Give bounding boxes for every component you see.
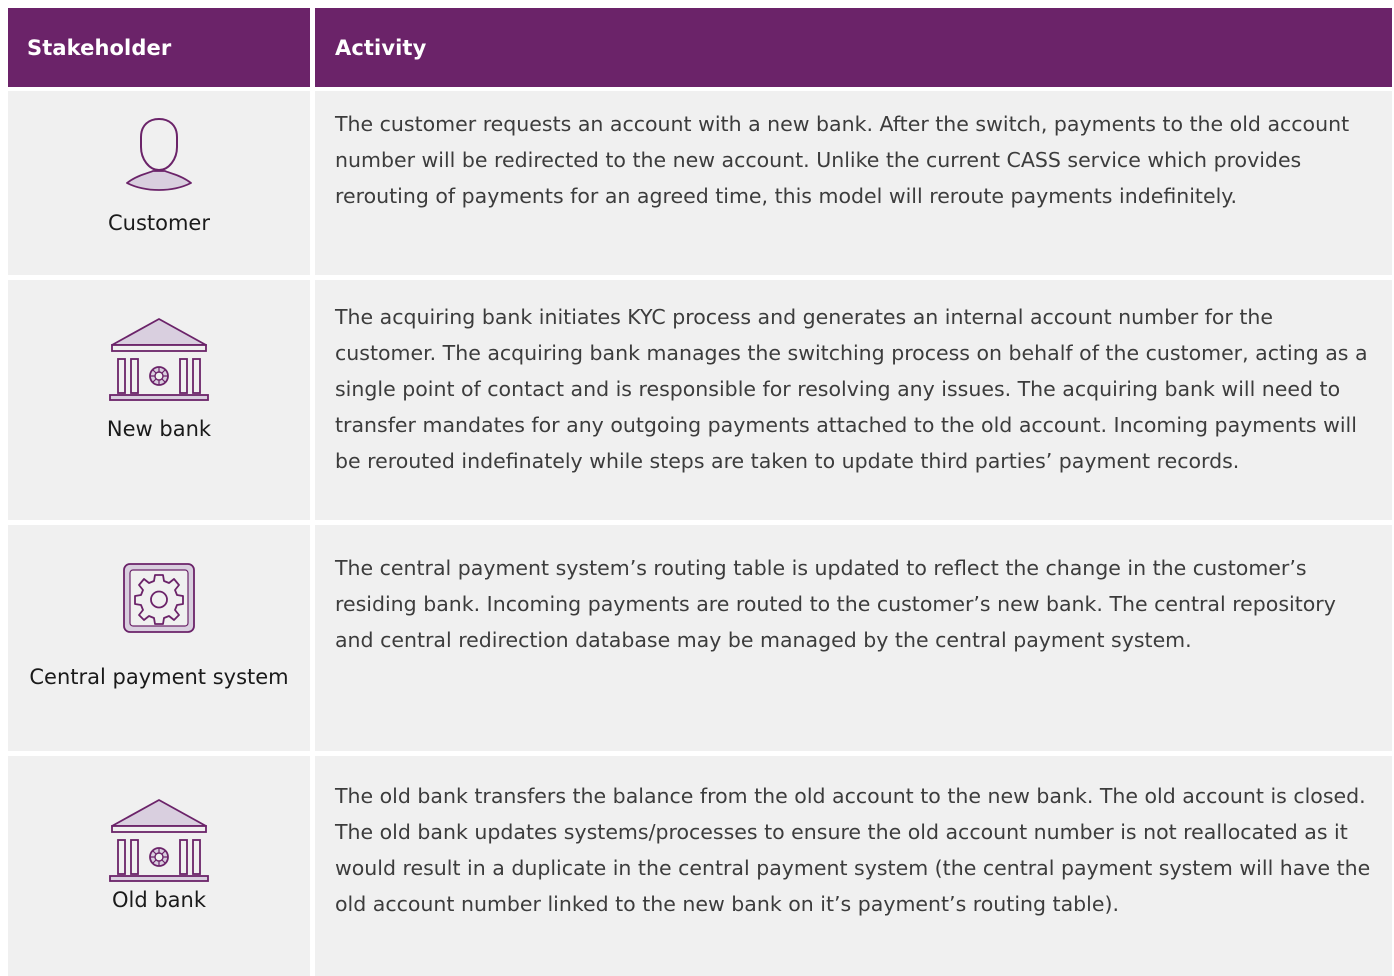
stakeholder-cell: Customer [8, 91, 310, 275]
stakeholder-column-header: Stakeholder [8, 8, 310, 87]
person-icon [126, 118, 192, 191]
stakeholder-cell: New bank [8, 280, 310, 520]
bank-icon [109, 799, 209, 882]
table-row: Old bank The old bank transfers the bala… [8, 756, 1392, 976]
table-row: Central payment system The central payme… [8, 525, 1392, 751]
stakeholder-label: Old bank [111, 888, 207, 912]
stakeholder-activity-table: Stakeholder Activity Customer The custom… [8, 8, 1392, 976]
stakeholder-label: Central payment system [29, 665, 289, 689]
activity-cell: The acquiring bank initiates KYC process… [315, 280, 1392, 520]
stakeholder-cell: Central payment system [8, 525, 310, 751]
gear-icon [123, 563, 195, 633]
stakeholder-cell: Old bank [8, 756, 310, 976]
stakeholder-label: Customer [107, 211, 210, 235]
bank-icon [109, 318, 209, 401]
activity-column-header: Activity [315, 8, 1392, 87]
stakeholder-label: New bank [106, 417, 212, 441]
activity-cell: The old bank transfers the balance from … [315, 756, 1392, 976]
activity-cell: The customer requests an account with a … [315, 91, 1392, 275]
table-row: New bank The acquiring bank initiates KY… [8, 280, 1392, 520]
table-row: Customer The customer requests an accoun… [8, 91, 1392, 275]
table-header-row: Stakeholder Activity [8, 8, 1392, 87]
activity-cell: The central payment system’s routing tab… [315, 525, 1392, 751]
